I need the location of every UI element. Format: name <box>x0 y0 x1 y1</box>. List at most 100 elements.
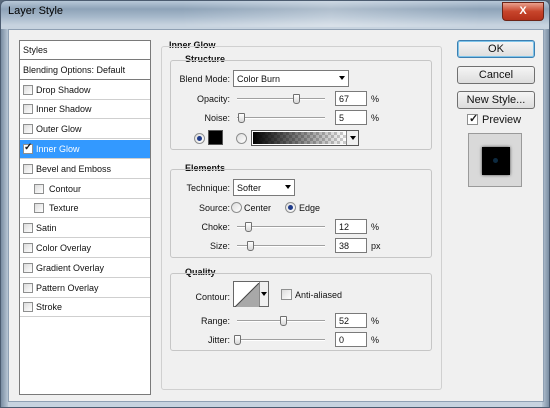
choke-input[interactable]: 12 <box>335 219 367 234</box>
checkbox-icon[interactable] <box>34 183 44 194</box>
choke-label: Choke: <box>201 222 230 232</box>
glow-gradient-picker[interactable] <box>251 130 359 146</box>
noise-input[interactable]: 5 <box>335 110 367 125</box>
checkbox-icon[interactable] <box>23 124 33 135</box>
sidebar-item-contour[interactable]: Contour <box>20 179 150 199</box>
checkbox-icon[interactable] <box>23 262 33 273</box>
layer-style-window: Layer Style X Styles Blending Options: De… <box>0 0 550 408</box>
preview-checkbox[interactable]: ✓ <box>467 113 478 125</box>
sidebar-item-bevel-and-emboss[interactable]: Bevel and Emboss <box>20 159 150 179</box>
sidebar-item-texture[interactable]: Texture <box>20 199 150 219</box>
glow-color-swatch[interactable] <box>208 130 223 145</box>
styles-list: Styles Blending Options: Default Drop Shad… <box>19 40 151 395</box>
sidebar-item-stroke[interactable]: Stroke <box>20 298 150 318</box>
checkbox-icon[interactable] <box>23 104 33 115</box>
range-unit: % <box>371 316 380 326</box>
sidebar-item-gradient-overlay[interactable]: Gradient Overlay <box>20 258 150 278</box>
range-slider[interactable] <box>237 316 325 326</box>
sidebar-item-label: Outer Glow <box>36 124 82 135</box>
opacity-slider-track <box>237 98 325 100</box>
contour-picker[interactable] <box>233 281 269 307</box>
sidebar-item-outer-glow[interactable]: Outer Glow <box>20 120 150 140</box>
source-center-label: Center <box>244 203 272 213</box>
cancel-button[interactable]: Cancel <box>457 66 535 84</box>
sidebar-item-color-overlay[interactable]: Color Overlay <box>20 239 150 258</box>
source-center-radio[interactable] <box>231 202 242 213</box>
opacity-slider[interactable] <box>237 94 325 104</box>
opacity-slider-thumb[interactable] <box>292 94 300 104</box>
noise-slider-thumb[interactable] <box>238 113 246 123</box>
checkbox-icon[interactable] <box>23 302 33 313</box>
noise-slider[interactable] <box>237 113 325 123</box>
ok-button[interactable]: OK <box>457 40 535 58</box>
choke-slider[interactable] <box>237 222 325 232</box>
blend-mode-value: Color Burn <box>237 74 281 84</box>
sidebar-item-label: Stroke <box>36 302 63 313</box>
size-input[interactable]: 38 <box>335 238 367 253</box>
window-frame-left <box>1 29 8 407</box>
jitter-slider-track <box>237 339 325 341</box>
sidebar-item-satin[interactable]: Satin <box>20 219 150 239</box>
chevron-down-icon <box>285 185 291 189</box>
blend-mode-label: Blend Mode: <box>179 74 230 84</box>
jitter-unit: % <box>371 335 380 345</box>
jitter-input[interactable]: 0 <box>335 332 367 347</box>
sidebar-item-label: Contour <box>49 183 82 194</box>
source-edge-radio[interactable] <box>285 202 296 213</box>
chevron-down-icon <box>339 76 345 80</box>
choke-slider-thumb[interactable] <box>244 222 252 232</box>
preview-label: Preview <box>482 114 522 126</box>
jitter-slider[interactable] <box>234 335 325 345</box>
new-style-button[interactable]: New Style... <box>457 91 535 109</box>
title-bar-glare <box>181 1 481 27</box>
size-slider-thumb[interactable] <box>247 241 255 251</box>
sidebar-item-label: Texture <box>49 203 79 214</box>
blend-mode-select[interactable]: Color Burn <box>233 70 349 87</box>
source-label: Source: <box>198 203 230 213</box>
chevron-down-icon[interactable] <box>259 282 268 306</box>
fill-gradient-radio[interactable] <box>236 133 247 144</box>
sidebar-item-label: Styles <box>23 45 48 55</box>
noise-slider-track <box>237 117 325 119</box>
sidebar-item-inner-shadow[interactable]: Inner Shadow <box>20 100 150 120</box>
sidebar-item-inner-glow[interactable]: Inner Glow <box>20 140 150 159</box>
checkbox-icon[interactable] <box>23 163 33 174</box>
dialog-client-area: Styles Blending Options: Default Drop Shad… <box>8 29 544 402</box>
noise-label: Noise: <box>204 113 230 123</box>
size-unit: px <box>371 241 381 251</box>
size-slider[interactable] <box>237 241 325 251</box>
jitter-slider-thumb[interactable] <box>234 335 241 345</box>
checkbox-icon[interactable] <box>23 243 33 253</box>
style-preview-thumbnail <box>468 133 522 187</box>
close-button[interactable]: X <box>502 2 544 21</box>
jitter-label: Jitter: <box>207 335 230 345</box>
checkbox-icon[interactable] <box>23 282 33 293</box>
checkbox-icon[interactable] <box>34 203 44 214</box>
checkbox-checked-icon[interactable] <box>23 142 33 154</box>
opacity-label: Opacity: <box>196 94 230 104</box>
range-slider-thumb[interactable] <box>279 316 287 326</box>
opacity-input[interactable]: 67 <box>335 91 367 106</box>
sidebar-item-blending-options-default[interactable]: Blending Options: Default <box>20 60 150 80</box>
checkbox-icon[interactable] <box>23 223 33 234</box>
chevron-down-icon[interactable] <box>346 131 358 145</box>
sidebar-item-pattern-overlay[interactable]: Pattern Overlay <box>20 278 150 298</box>
technique-select[interactable]: Softer <box>233 179 295 196</box>
anti-aliased-checkbox[interactable] <box>281 289 292 300</box>
checkbox-icon[interactable] <box>23 84 33 95</box>
sidebar-item-label: Gradient Overlay <box>36 262 105 273</box>
title-bar[interactable]: Layer Style X <box>1 1 549 29</box>
sidebar-item-label: Inner Glow <box>36 144 80 154</box>
range-input[interactable]: 52 <box>335 313 367 328</box>
sidebar-item-label: Blending Options: Default <box>23 64 126 75</box>
sidebar-item-drop-shadow[interactable]: Drop Shadow <box>20 80 150 100</box>
sidebar-item-label: Inner Shadow <box>36 104 92 115</box>
fill-color-radio[interactable] <box>194 133 205 144</box>
opacity-unit: % <box>371 94 380 104</box>
choke-unit: % <box>371 222 380 232</box>
window-title: Layer Style <box>8 5 64 17</box>
technique-value: Softer <box>237 183 262 193</box>
contour-curve-icon <box>235 283 259 307</box>
source-edge-label: Edge <box>299 203 321 213</box>
sidebar-item-styles[interactable]: Styles <box>20 41 150 60</box>
